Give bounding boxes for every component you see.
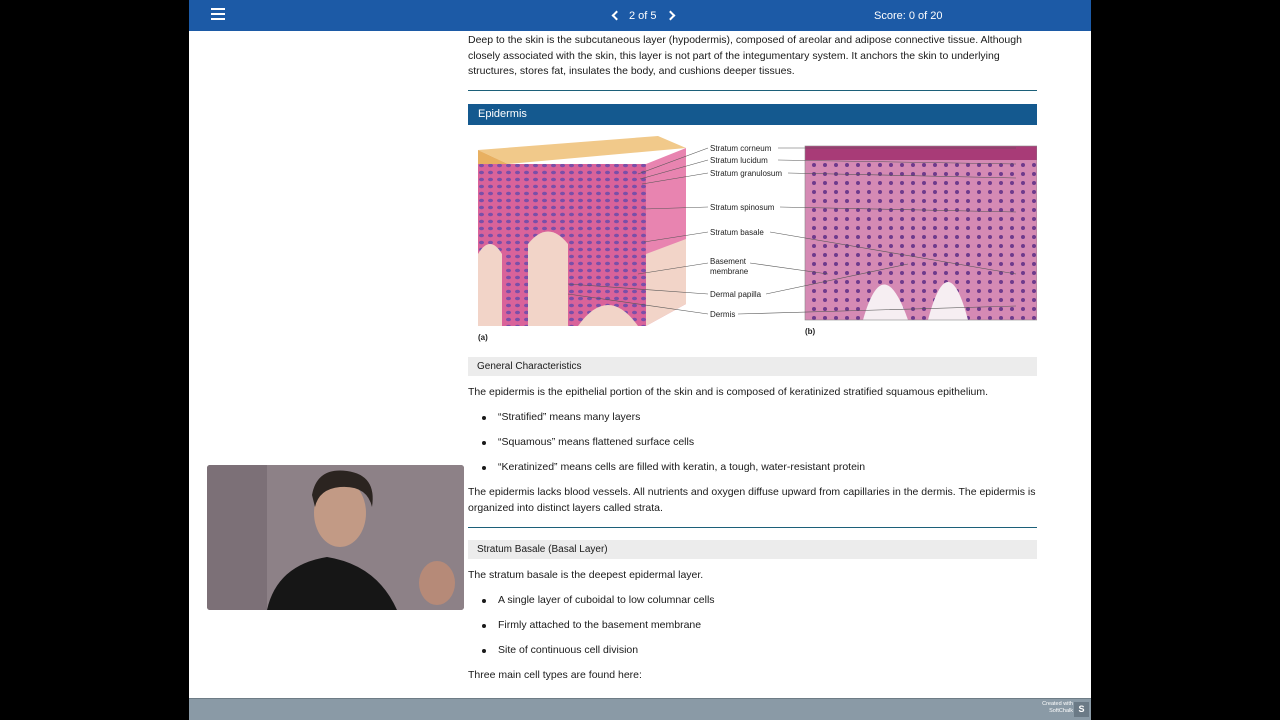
hamburger-menu-icon[interactable]: [211, 8, 225, 22]
subheading-stratum-basale: Stratum Basale (Basal Layer): [468, 540, 1037, 559]
chevron-right-icon: [665, 10, 676, 21]
basale-bullet-list: A single layer of cuboidal to low column…: [482, 593, 1038, 668]
section-divider: [468, 527, 1037, 528]
bottom-bar: Created with SoftChalk S: [189, 698, 1091, 720]
label-stratum-lucidum: Stratum lucidum: [710, 156, 768, 165]
list-item: “Squamous” means flattened surface cells: [482, 435, 1038, 460]
basale-outro: Three main cell types are found here:: [468, 669, 642, 681]
previous-page-button[interactable]: [609, 7, 623, 25]
label-stratum-corneum: Stratum corneum: [710, 144, 772, 153]
credit-line: SoftChalk: [1049, 708, 1073, 714]
histology-micrograph: [804, 145, 1037, 321]
intro-paragraph: Deep to the skin is the subcutaneous lay…: [468, 34, 1022, 77]
list-item: “Stratified” means many layers: [482, 410, 1038, 435]
label-dermal-papilla: Dermal papilla: [710, 290, 762, 299]
label-membrane: membrane: [710, 267, 749, 276]
panel-label-b: (b): [805, 327, 816, 336]
subheading-general-characteristics: General Characteristics: [468, 357, 1037, 376]
lesson-window: 2 of 5 Score: 0 of 20 Deep to the skin i…: [189, 0, 1091, 720]
list-item: Firmly attached to the basement membrane: [482, 618, 1038, 643]
section-header: Epidermis: [468, 104, 1037, 125]
general-intro: The epidermis is the epithelial portion …: [468, 386, 989, 398]
list-item: A single layer of cuboidal to low column…: [482, 593, 1038, 618]
epidermis-figure: Stratum corneum Stratum lucidum Stratum …: [478, 136, 1037, 342]
created-with-credit[interactable]: Created with SoftChalk: [1042, 701, 1073, 715]
softchalk-logo-icon: S: [1074, 702, 1089, 717]
label-basement: Basement: [710, 257, 747, 266]
presenter-video-frame: [207, 465, 464, 610]
presenter-webcam-overlay: [207, 465, 464, 610]
chevron-left-icon: [611, 10, 622, 21]
page-indicator: 2 of 5: [629, 10, 657, 22]
list-item: “Keratinized” means cells are filled wit…: [482, 460, 1038, 485]
label-dermis: Dermis: [710, 310, 735, 319]
panel-label-a: (a): [478, 333, 488, 342]
top-navigation-bar: 2 of 5 Score: 0 of 20: [189, 0, 1091, 31]
label-stratum-basale: Stratum basale: [710, 228, 764, 237]
next-page-button[interactable]: [665, 7, 679, 25]
section-divider: [468, 90, 1037, 91]
basale-intro: The stratum basale is the deepest epider…: [468, 569, 704, 581]
score-display: Score: 0 of 20: [874, 10, 943, 22]
credit-line: Created with: [1042, 701, 1073, 707]
label-stratum-spinosum: Stratum spinosum: [710, 203, 775, 212]
general-outro: The epidermis lacks blood vessels. All n…: [468, 486, 1036, 514]
list-item: Site of continuous cell division: [482, 643, 1038, 668]
skin-block-illustration: [478, 136, 686, 326]
general-bullet-list: “Stratified” means many layers “Squamous…: [482, 410, 1038, 485]
label-stratum-granulosum: Stratum granulosum: [710, 169, 782, 178]
